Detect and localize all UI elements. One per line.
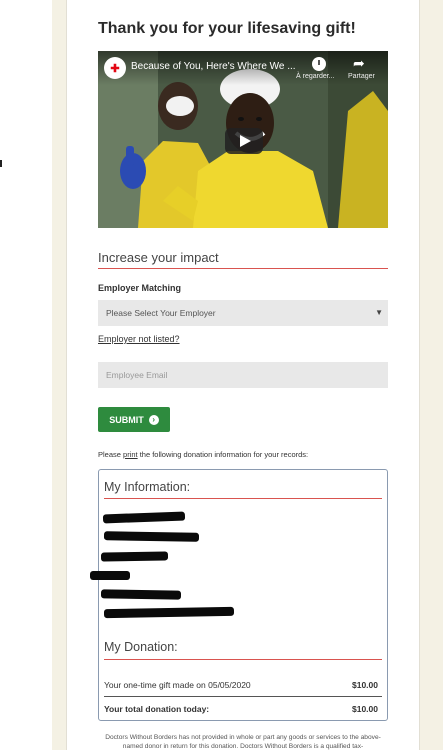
- clock-icon[interactable]: [312, 57, 326, 71]
- print-note-after: the following donation information for y…: [137, 450, 309, 459]
- increase-impact-heading: Increase your impact: [98, 250, 219, 265]
- page-gutter-left: [52, 0, 66, 750]
- msf-logo-glyph: ✚: [110, 62, 120, 75]
- info-divider: [104, 498, 382, 499]
- gift-amount: $10.00: [352, 680, 378, 690]
- chevron-down-icon: ▼: [375, 308, 383, 317]
- my-information-heading: My Information:: [104, 480, 191, 494]
- share-icon[interactable]: ➦: [353, 55, 365, 72]
- employee-email-field[interactable]: [98, 362, 388, 388]
- msf-logo-icon[interactable]: ✚: [104, 57, 126, 79]
- print-note: Please print the following donation info…: [98, 450, 308, 459]
- my-donation-heading: My Donation:: [104, 640, 178, 654]
- submit-label: SUBMIT: [109, 414, 144, 425]
- redacted-line: [90, 571, 130, 580]
- total-amount: $10.00: [352, 704, 378, 714]
- print-note-before: Please: [98, 450, 124, 459]
- edge-mark: [0, 160, 2, 167]
- employer-select[interactable]: Please Select Your Employer ▼: [98, 300, 388, 326]
- employer-select-value: Please Select Your Employer: [106, 308, 216, 318]
- employer-matching-label: Employer Matching: [98, 283, 182, 293]
- play-button[interactable]: [225, 128, 263, 154]
- redacted-line: [100, 589, 182, 600]
- tax-disclaimer: Doctors Without Borders has not provided…: [105, 734, 381, 750]
- share-label[interactable]: Partager: [348, 73, 375, 80]
- heading-divider: [98, 268, 388, 269]
- employer-not-listed-link[interactable]: Employer not listed?: [98, 334, 180, 344]
- total-divider: [104, 696, 382, 697]
- panel-border-right: [419, 0, 420, 750]
- total-label: Your total donation today:: [104, 704, 210, 714]
- page-background-left: [0, 0, 52, 750]
- submit-button[interactable]: SUBMIT ›: [98, 407, 170, 432]
- video-player[interactable]: ✚ Because of You, Here's Where We ... À …: [98, 51, 388, 228]
- arrow-right-icon: ›: [148, 414, 159, 425]
- watch-later-label[interactable]: À regarder...: [296, 73, 335, 80]
- donation-divider: [104, 659, 382, 660]
- page-title: Thank you for your lifesaving gift!: [98, 20, 356, 37]
- page-gutter-right: [420, 0, 443, 750]
- gift-label: Your one-time gift made on 05/05/2020: [104, 680, 251, 690]
- print-link[interactable]: print: [123, 450, 138, 459]
- redacted-line: [103, 531, 200, 542]
- video-title[interactable]: Because of You, Here's Where We ...: [131, 61, 309, 72]
- redacted-line: [100, 551, 169, 562]
